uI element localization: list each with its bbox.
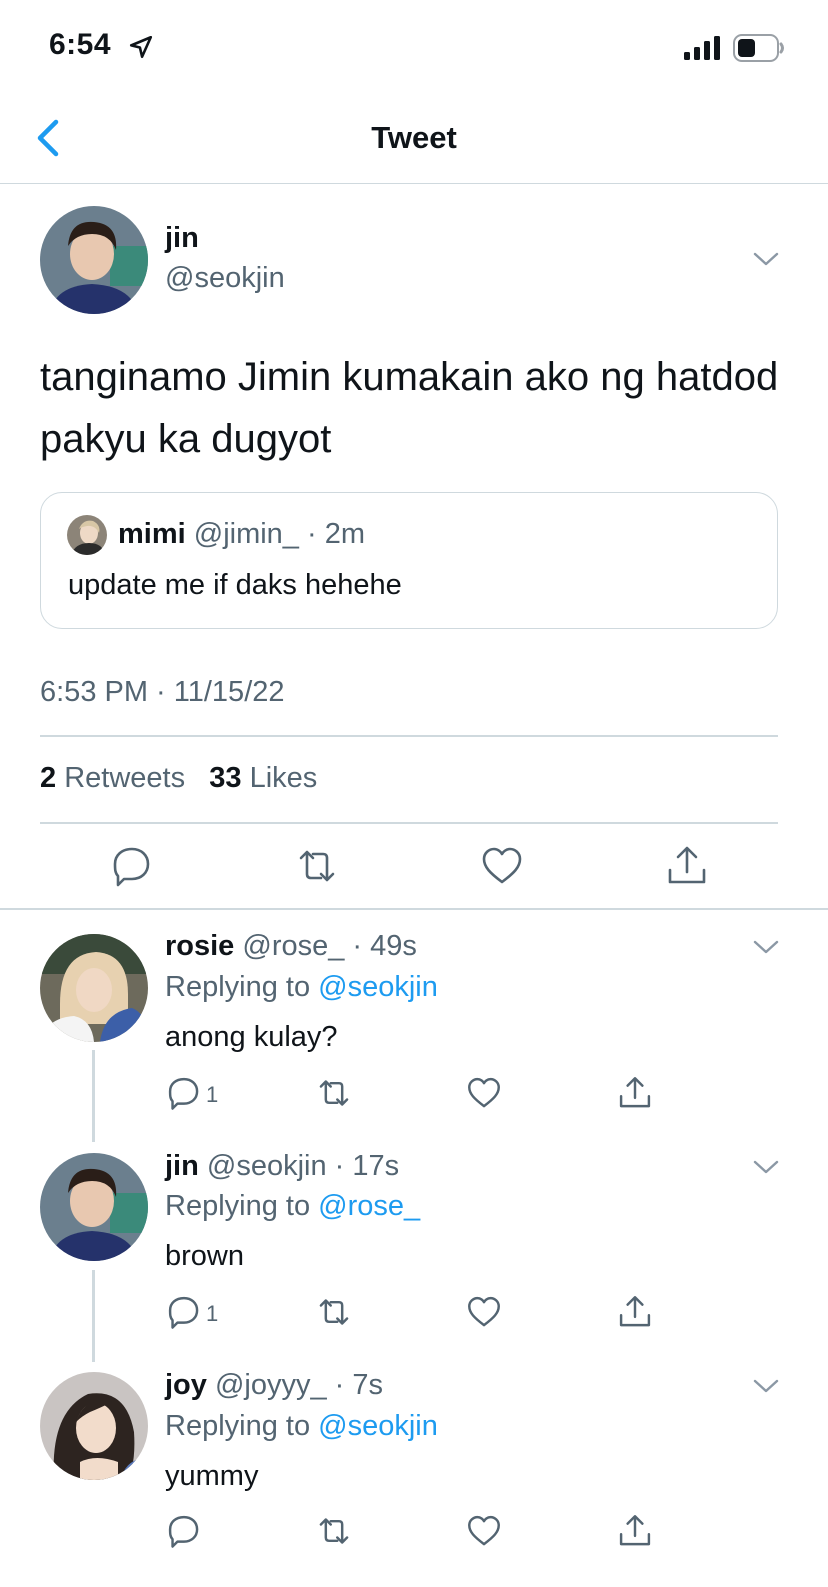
retweet-icon[interactable] [316,1513,352,1549]
author-name[interactable]: jin [165,222,199,255]
tweet-text: tanginamo Jimin kumakain ako ng hatdod p… [40,355,779,461]
share-icon[interactable] [617,1513,653,1549]
replying-prefix: Replying to [165,1190,319,1222]
reply-icon[interactable] [110,844,154,888]
page-title: Tweet [371,120,457,155]
quote-header: mimi @jimin_ · 2m [118,518,365,551]
quoted-tweet[interactable]: mimi @jimin_ · 2m update me if daks hehe… [40,492,778,629]
reply-author-name[interactable]: jin [165,1150,199,1182]
thread-line [92,1270,95,1362]
likes-label[interactable]: Likes [250,762,318,794]
author-handle[interactable]: @seokjin [165,262,285,295]
reply-icon[interactable] [166,1294,202,1330]
reply-meta: @joyyy_ · 7s [214,1369,384,1401]
tweet-timestamp: 6:53 PM · 11/15/22 [40,676,285,708]
avatar[interactable] [40,934,148,1042]
replying-to: Replying to @seokjin [165,1410,438,1443]
reply-header: jin @seokjin · 17s [165,1150,399,1183]
battery-icon [733,34,784,62]
share-icon[interactable] [617,1294,653,1330]
retweets-label[interactable]: Retweets [64,762,185,794]
reply-text: anong kulay? [165,1021,338,1053]
reply-author-name[interactable]: joy [165,1369,207,1401]
mention-link[interactable]: @rose_ [318,1190,420,1222]
reply-count: 1 [206,1082,219,1107]
quote-meta: @jimin_ · 2m [193,518,365,550]
thread-line [92,1050,95,1142]
retweet-icon[interactable] [316,1294,352,1330]
reply-meta: @seokjin · 17s [206,1150,400,1182]
quote-avatar [67,515,107,555]
reply-meta: @rose_ · 49s [242,930,417,962]
like-icon[interactable] [480,844,524,888]
chevron-down-icon[interactable] [752,1158,780,1176]
avatar[interactable] [40,1372,148,1480]
share-icon[interactable] [617,1075,653,1111]
reply-author-name[interactable]: rosie [165,930,234,962]
reply-count: 1 [206,1301,219,1326]
replying-to: Replying to @seokjin [165,971,438,1004]
replying-to: Replying to @rose_ [165,1190,420,1223]
quote-author-name: mimi [118,518,186,550]
reply-header: rosie @rose_ · 49s [165,930,417,963]
chevron-down-icon[interactable] [752,938,780,956]
status-time: 6:54 [49,28,112,61]
reply-text: yummy [165,1460,259,1492]
retweet-icon[interactable] [316,1075,352,1111]
avatar[interactable] [40,1153,148,1261]
divider [40,735,778,737]
reply-text: brown [165,1240,244,1272]
reply-icon[interactable] [166,1075,202,1111]
divider [40,822,778,824]
like-icon[interactable] [466,1513,502,1549]
retweet-count[interactable]: 2 [40,762,56,794]
quote-text: update me if daks hehehe [68,569,402,601]
nav-bar: Tweet [0,100,828,184]
status-bar: 6:54 [0,0,828,100]
tweet-stats: 2 Retweets 33 Likes [40,762,317,795]
signal-icon [684,36,720,60]
reply-header: joy @joyyy_ · 7s [165,1369,383,1402]
like-count[interactable]: 33 [209,762,241,794]
replying-prefix: Replying to [165,971,319,1003]
chevron-down-icon[interactable] [752,1377,780,1395]
section-divider [0,908,828,910]
replying-prefix: Replying to [165,1410,319,1442]
like-icon[interactable] [466,1294,502,1330]
location-arrow-icon [129,35,153,59]
reply-icon[interactable] [166,1513,202,1549]
retweet-icon[interactable] [295,844,339,888]
mention-link[interactable]: @seokjin [318,1410,438,1442]
mention-link[interactable]: @seokjin [318,971,438,1003]
like-icon[interactable] [466,1075,502,1111]
avatar[interactable] [40,206,148,314]
share-icon[interactable] [665,844,709,888]
chevron-down-icon[interactable] [752,250,780,268]
